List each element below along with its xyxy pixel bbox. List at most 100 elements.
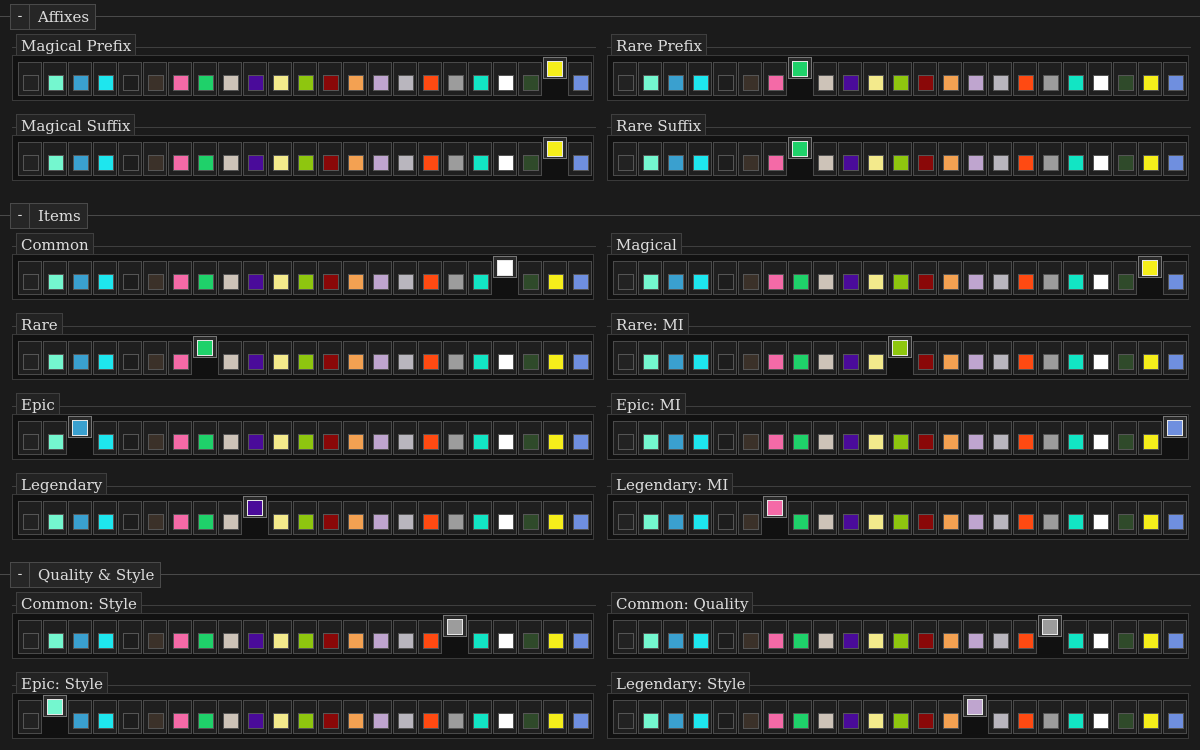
color-swatch-periwinkle[interactable] xyxy=(1163,261,1187,295)
color-swatch-cyan[interactable] xyxy=(688,700,712,734)
color-swatch-light-gray[interactable] xyxy=(988,341,1012,375)
color-swatch-aquamarine[interactable] xyxy=(638,261,662,295)
color-swatch-pale-yellow[interactable] xyxy=(863,421,887,455)
color-swatch-orange[interactable] xyxy=(938,501,962,535)
color-swatch-green[interactable] xyxy=(193,620,217,654)
color-swatch-forest-green[interactable] xyxy=(1113,62,1137,96)
color-swatch-dark-brown[interactable] xyxy=(143,62,167,96)
color-swatch-light-gray[interactable] xyxy=(988,700,1012,734)
color-swatch-forest-green[interactable] xyxy=(1113,700,1137,734)
color-swatch-lime[interactable] xyxy=(293,620,317,654)
color-swatch-periwinkle[interactable] xyxy=(568,142,592,176)
color-swatch-white[interactable] xyxy=(1088,341,1112,375)
color-swatch-steel-blue[interactable] xyxy=(663,142,687,176)
color-swatch-turquoise[interactable] xyxy=(468,421,492,455)
color-swatch-beige[interactable] xyxy=(813,142,837,176)
color-swatch-beige[interactable] xyxy=(813,501,837,535)
color-swatch-aquamarine[interactable] xyxy=(638,421,662,455)
color-swatch-charcoal[interactable] xyxy=(18,501,42,535)
color-swatch-lavender[interactable] xyxy=(963,62,987,96)
color-swatch-red-orange[interactable] xyxy=(1013,620,1037,654)
color-swatch-lavender[interactable] xyxy=(368,421,392,455)
color-swatch-orange[interactable] xyxy=(938,620,962,654)
color-swatch-periwinkle-selected[interactable] xyxy=(1163,416,1187,438)
color-swatch-lavender[interactable] xyxy=(368,620,392,654)
color-swatch-charcoal[interactable] xyxy=(18,700,42,734)
color-swatch-gray[interactable] xyxy=(1038,62,1062,96)
color-swatch-steel-blue[interactable] xyxy=(663,700,687,734)
color-swatch-pale-yellow[interactable] xyxy=(268,501,292,535)
color-swatch-pale-yellow[interactable] xyxy=(863,261,887,295)
color-swatch-purple[interactable] xyxy=(838,421,862,455)
color-swatch-lime[interactable] xyxy=(293,142,317,176)
color-swatch-aquamarine-selected[interactable] xyxy=(43,695,67,717)
color-swatch-purple[interactable] xyxy=(838,620,862,654)
color-swatch-red-orange[interactable] xyxy=(418,142,442,176)
color-swatch-white[interactable] xyxy=(493,421,517,455)
color-swatch-dark-gray[interactable] xyxy=(118,501,142,535)
color-swatch-aquamarine[interactable] xyxy=(43,62,67,96)
color-swatch-charcoal[interactable] xyxy=(18,261,42,295)
color-swatch-green[interactable] xyxy=(193,421,217,455)
color-swatch-red-orange[interactable] xyxy=(418,620,442,654)
color-swatch-lime[interactable] xyxy=(888,501,912,535)
color-swatch-dark-brown[interactable] xyxy=(143,421,167,455)
color-swatch-lime[interactable] xyxy=(888,700,912,734)
color-swatch-purple-selected[interactable] xyxy=(243,496,267,518)
color-swatch-dark-gray[interactable] xyxy=(713,142,737,176)
color-swatch-aquamarine[interactable] xyxy=(43,620,67,654)
color-swatch-turquoise[interactable] xyxy=(1063,700,1087,734)
color-swatch-orange[interactable] xyxy=(938,261,962,295)
color-swatch-pale-yellow[interactable] xyxy=(268,421,292,455)
color-swatch-dark-gray[interactable] xyxy=(118,62,142,96)
color-swatch-maroon[interactable] xyxy=(913,261,937,295)
color-swatch-orange[interactable] xyxy=(343,620,367,654)
color-swatch-cyan[interactable] xyxy=(93,62,117,96)
color-swatch-purple[interactable] xyxy=(243,142,267,176)
color-swatch-pink[interactable] xyxy=(763,261,787,295)
color-swatch-red-orange[interactable] xyxy=(1013,261,1037,295)
color-swatch-cyan[interactable] xyxy=(93,341,117,375)
color-swatch-pink-selected[interactable] xyxy=(763,496,787,518)
color-swatch-pink[interactable] xyxy=(168,341,192,375)
color-swatch-white[interactable] xyxy=(493,620,517,654)
color-swatch-charcoal[interactable] xyxy=(613,620,637,654)
color-swatch-pale-yellow[interactable] xyxy=(863,341,887,375)
color-swatch-beige[interactable] xyxy=(218,341,242,375)
color-swatch-periwinkle[interactable] xyxy=(568,341,592,375)
color-swatch-forest-green[interactable] xyxy=(1113,341,1137,375)
color-swatch-orange[interactable] xyxy=(938,421,962,455)
color-swatch-orange[interactable] xyxy=(938,700,962,734)
color-swatch-pale-yellow[interactable] xyxy=(863,700,887,734)
color-swatch-maroon[interactable] xyxy=(318,261,342,295)
color-swatch-steel-blue[interactable] xyxy=(68,501,92,535)
color-swatch-beige[interactable] xyxy=(813,341,837,375)
color-swatch-dark-brown[interactable] xyxy=(143,341,167,375)
color-swatch-cyan[interactable] xyxy=(688,261,712,295)
color-swatch-turquoise[interactable] xyxy=(468,700,492,734)
color-swatch-pale-yellow[interactable] xyxy=(863,62,887,96)
color-swatch-charcoal[interactable] xyxy=(613,501,637,535)
color-swatch-cyan[interactable] xyxy=(93,421,117,455)
color-swatch-maroon[interactable] xyxy=(318,142,342,176)
color-swatch-lavender[interactable] xyxy=(368,142,392,176)
color-swatch-red-orange[interactable] xyxy=(418,700,442,734)
color-swatch-yellow[interactable] xyxy=(543,501,567,535)
color-swatch-lime[interactable] xyxy=(888,421,912,455)
color-swatch-periwinkle[interactable] xyxy=(1163,341,1187,375)
color-swatch-maroon[interactable] xyxy=(318,501,342,535)
color-swatch-lavender[interactable] xyxy=(963,501,987,535)
color-swatch-steel-blue[interactable] xyxy=(663,620,687,654)
color-swatch-red-orange[interactable] xyxy=(418,62,442,96)
color-swatch-beige[interactable] xyxy=(218,142,242,176)
color-swatch-lavender[interactable] xyxy=(368,261,392,295)
color-swatch-periwinkle[interactable] xyxy=(568,700,592,734)
color-swatch-light-gray[interactable] xyxy=(393,62,417,96)
color-swatch-turquoise[interactable] xyxy=(468,62,492,96)
color-swatch-cyan[interactable] xyxy=(688,501,712,535)
color-swatch-red-orange[interactable] xyxy=(418,261,442,295)
color-swatch-pale-yellow[interactable] xyxy=(268,341,292,375)
color-swatch-purple[interactable] xyxy=(243,341,267,375)
color-swatch-purple[interactable] xyxy=(243,700,267,734)
color-swatch-dark-gray[interactable] xyxy=(713,341,737,375)
